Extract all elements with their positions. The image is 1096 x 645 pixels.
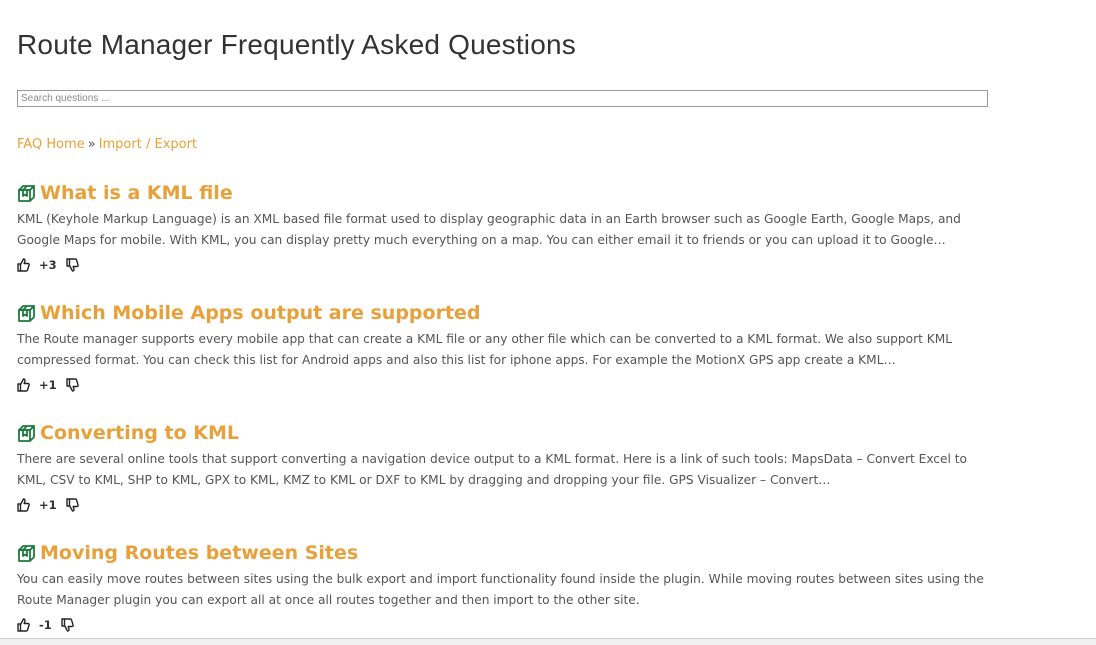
- bottom-scrollbar[interactable]: [0, 638, 1096, 645]
- breadcrumb-home-link[interactable]: FAQ Home: [17, 137, 85, 152]
- breadcrumb-current-link[interactable]: Import / Export: [99, 137, 197, 152]
- faq-excerpt: The Route manager supports every mobile …: [17, 332, 953, 367]
- vote-count: +1: [39, 498, 57, 512]
- faq-item: What is a KML file KML (Keyhole Markup L…: [17, 180, 997, 273]
- faq-title-link[interactable]: What is a KML file: [40, 182, 233, 204]
- vote-controls: +1: [17, 377, 997, 393]
- package-icon: [18, 545, 35, 562]
- vote-controls: +1: [17, 497, 997, 513]
- faq-excerpt: There are several online tools that supp…: [17, 452, 968, 487]
- vote-controls: +3: [17, 257, 997, 273]
- vote-count: -1: [39, 618, 52, 632]
- vote-controls: -1: [17, 617, 997, 633]
- faq-title-link[interactable]: Which Mobile Apps output are supported: [40, 302, 481, 324]
- thumbs-up-icon[interactable]: [17, 618, 30, 632]
- faq-excerpt: You can easily move routes between sites…: [17, 572, 984, 607]
- faq-title-link[interactable]: Converting to KML: [40, 422, 239, 444]
- thumbs-down-icon[interactable]: [61, 618, 74, 632]
- thumbs-down-icon[interactable]: [65, 378, 79, 392]
- faq-title-row: Moving Routes between Sites: [17, 540, 997, 566]
- thumbs-up-icon[interactable]: [17, 258, 30, 272]
- faq-item: Converting to KML There are several onli…: [17, 420, 997, 513]
- breadcrumb-separator: »: [87, 137, 96, 152]
- vote-count: +1: [39, 378, 57, 392]
- package-icon: [18, 425, 35, 442]
- faq-page: Route Manager Frequently Asked Questions…: [0, 0, 1096, 645]
- faq-item: Which Mobile Apps output are supported T…: [17, 300, 997, 393]
- thumbs-down-icon[interactable]: [65, 498, 79, 512]
- vote-count: +3: [39, 258, 57, 272]
- faq-title-row: Which Mobile Apps output are supported: [17, 300, 997, 326]
- package-icon: [18, 305, 35, 322]
- faq-title-link[interactable]: Moving Routes between Sites: [40, 542, 358, 564]
- package-icon: [18, 185, 35, 202]
- faq-title-row: What is a KML file: [17, 180, 997, 206]
- faq-title-row: Converting to KML: [17, 420, 997, 446]
- thumbs-up-icon[interactable]: [17, 498, 30, 512]
- thumbs-up-icon[interactable]: [17, 378, 30, 392]
- search-input[interactable]: [17, 90, 988, 107]
- faq-excerpt: KML (Keyhole Markup Language) is an XML …: [17, 212, 961, 247]
- thumbs-down-icon[interactable]: [65, 258, 79, 272]
- breadcrumb: FAQ Home» Import / Export: [17, 137, 197, 152]
- page-title: Route Manager Frequently Asked Questions: [17, 29, 576, 60]
- faq-item: Moving Routes between Sites You can easi…: [17, 540, 997, 633]
